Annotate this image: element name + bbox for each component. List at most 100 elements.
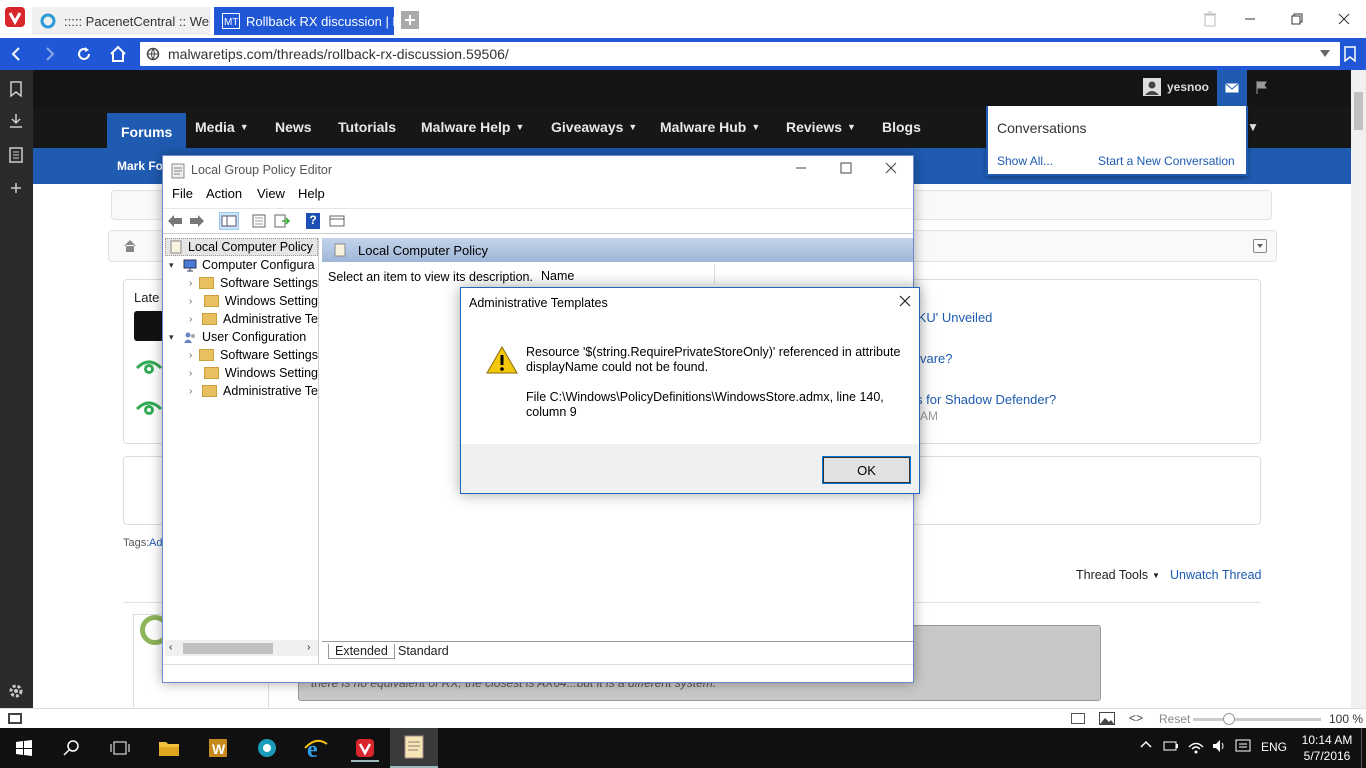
reload-icon[interactable] — [72, 42, 96, 66]
volume-icon[interactable] — [1211, 738, 1227, 754]
search-icon[interactable] — [58, 734, 86, 762]
ok-button[interactable]: OK — [822, 456, 911, 484]
scroll-thumb[interactable] — [183, 643, 273, 654]
show-desktop-button[interactable] — [1361, 728, 1366, 768]
trash-icon[interactable] — [1199, 8, 1221, 30]
vivaldi-taskbar-icon[interactable] — [351, 734, 379, 762]
nav-blogs[interactable]: Blogs — [882, 106, 921, 148]
tab-standard[interactable]: Standard — [392, 644, 455, 658]
menu-action[interactable]: Action — [206, 186, 242, 201]
back-arrow-icon[interactable] — [167, 214, 183, 228]
show-hide-tree-icon[interactable] — [219, 212, 239, 230]
new-tab-button[interactable] — [401, 11, 419, 29]
tree-item-administrative-templates[interactable]: › Administrative Te — [165, 310, 318, 328]
nav-tutorials[interactable]: Tutorials — [338, 106, 396, 148]
dialog-close-button[interactable] — [898, 294, 912, 308]
zoom-reset[interactable]: Reset — [1159, 712, 1190, 726]
word-icon[interactable]: W — [204, 734, 232, 762]
vivaldi-menu-icon[interactable] — [5, 7, 25, 27]
bookmarks-panel-icon[interactable] — [6, 79, 26, 99]
bookmark-icon[interactable] — [1344, 46, 1356, 62]
properties-icon[interactable] — [251, 214, 267, 228]
collapse-chevron-icon[interactable] — [1253, 239, 1267, 253]
nav-more-chevron-icon[interactable]: ▼ — [1247, 120, 1259, 134]
zoom-slider-thumb[interactable] — [1223, 713, 1235, 725]
tree-item-software-settings[interactable]: › Software Settings — [165, 346, 318, 364]
nav-media[interactable]: Media ▼ — [195, 106, 249, 148]
expand-chevron-icon[interactable]: ▾ — [169, 332, 181, 343]
zoom-slider[interactable] — [1193, 713, 1321, 725]
nav-giveaways[interactable]: Giveaways ▼ — [551, 106, 637, 148]
windows-start-icon[interactable] — [10, 734, 38, 762]
show-hidden-icons-icon[interactable] — [1140, 738, 1152, 750]
expand-arrow-icon[interactable]: › — [189, 314, 202, 325]
page-actions-icon[interactable]: <> — [1129, 711, 1143, 725]
filter-options-icon[interactable] — [329, 214, 345, 228]
nav-reviews[interactable]: Reviews ▼ — [786, 106, 856, 148]
thread-tools-menu[interactable]: Thread Tools ▼ — [1076, 568, 1160, 582]
tree-item-computer-configuration[interactable]: ▾ Computer Configura — [165, 256, 318, 274]
battery-icon[interactable] — [1163, 738, 1179, 754]
notes-panel-icon[interactable] — [6, 145, 26, 165]
nav-forums[interactable]: Forums — [107, 113, 187, 148]
downloads-panel-icon[interactable] — [6, 111, 26, 131]
tree-item-windows-settings[interactable]: › Windows Setting — [165, 364, 318, 382]
nav-news[interactable]: News — [275, 106, 312, 148]
wifi-icon[interactable] — [1188, 738, 1204, 754]
panel-toggle-icon[interactable] — [8, 713, 22, 724]
site-info-icon[interactable] — [146, 47, 160, 61]
tree-item-windows-settings[interactable]: › Windows Setting — [165, 292, 318, 310]
network-app-icon[interactable] — [253, 734, 281, 762]
tag-link[interactable]: Ad — [149, 537, 162, 549]
tree-item-user-configuration[interactable]: ▾ User Configuration — [165, 328, 318, 346]
tree-hscrollbar[interactable]: ‹ › — [165, 640, 318, 656]
tab-rollback-discussion[interactable]: MT Rollback RX discussion | Ma — [214, 7, 394, 35]
latest-link[interactable]: AKU' Unveiled — [909, 310, 992, 325]
language-indicator[interactable]: ENG — [1261, 740, 1287, 754]
export-list-icon[interactable] — [274, 214, 290, 228]
expand-arrow-icon[interactable]: › — [189, 278, 199, 289]
start-conversation-link[interactable]: Start a New Conversation — [1098, 154, 1235, 168]
unwatch-thread-link[interactable]: Unwatch Thread — [1170, 568, 1262, 582]
file-explorer-icon[interactable] — [155, 734, 183, 762]
settings-gear-icon[interactable] — [6, 681, 26, 701]
expand-arrow-icon[interactable]: › — [189, 368, 204, 379]
page-scrollbar[interactable] — [1351, 70, 1366, 708]
tab-extended[interactable]: Extended — [328, 644, 395, 659]
tab-pacenetcentral[interactable]: ::::: PacenetCentral :: Welco — [32, 7, 210, 35]
latest-link[interactable]: vare? — [920, 351, 953, 366]
help-icon[interactable]: ? — [306, 213, 320, 229]
home-breadcrumb-icon[interactable] — [123, 239, 137, 253]
clock[interactable]: 10:14 AM 5/7/2016 — [1300, 732, 1354, 764]
scroll-left-icon[interactable]: ‹ — [169, 642, 172, 653]
restore-button[interactable] — [1286, 8, 1308, 30]
task-view-icon[interactable] — [106, 734, 134, 762]
tiling-icon[interactable] — [1071, 713, 1085, 724]
close-button[interactable] — [884, 161, 898, 175]
name-column-header[interactable]: Name — [541, 269, 574, 283]
expand-arrow-icon[interactable]: › — [189, 350, 199, 361]
inbox-envelope-icon[interactable] — [1217, 70, 1247, 106]
nav-malware-help[interactable]: Malware Help ▼ — [421, 106, 524, 148]
menu-view[interactable]: View — [257, 186, 285, 201]
back-icon[interactable] — [4, 42, 28, 66]
tree-item-local-computer-policy[interactable]: Local Computer Policy — [165, 238, 318, 256]
minimize-button[interactable] — [794, 161, 808, 175]
menu-help[interactable]: Help — [298, 186, 325, 201]
add-panel-icon[interactable] — [6, 178, 26, 198]
expand-chevron-icon[interactable]: ▾ — [169, 260, 181, 271]
tree-item-administrative-templates[interactable]: › Administrative Te — [165, 382, 318, 400]
action-center-icon[interactable] — [1235, 738, 1251, 754]
gpe-taskbar-button[interactable] — [390, 728, 438, 768]
url-field[interactable]: malwaretips.com/threads/rollback-rx-disc… — [140, 42, 1340, 66]
forward-icon[interactable] — [38, 42, 62, 66]
expand-arrow-icon[interactable]: › — [189, 296, 204, 307]
tree-item-software-settings[interactable]: › Software Settings — [165, 274, 318, 292]
images-toggle-icon[interactable] — [1099, 712, 1115, 725]
subnav-link[interactable]: Mark Fo — [117, 159, 163, 173]
minimize-button[interactable] — [1239, 8, 1261, 30]
url-dropdown-icon[interactable] — [1320, 50, 1330, 58]
home-icon[interactable] — [106, 42, 130, 66]
scroll-thumb[interactable] — [1354, 92, 1363, 130]
close-button[interactable] — [1333, 8, 1355, 30]
